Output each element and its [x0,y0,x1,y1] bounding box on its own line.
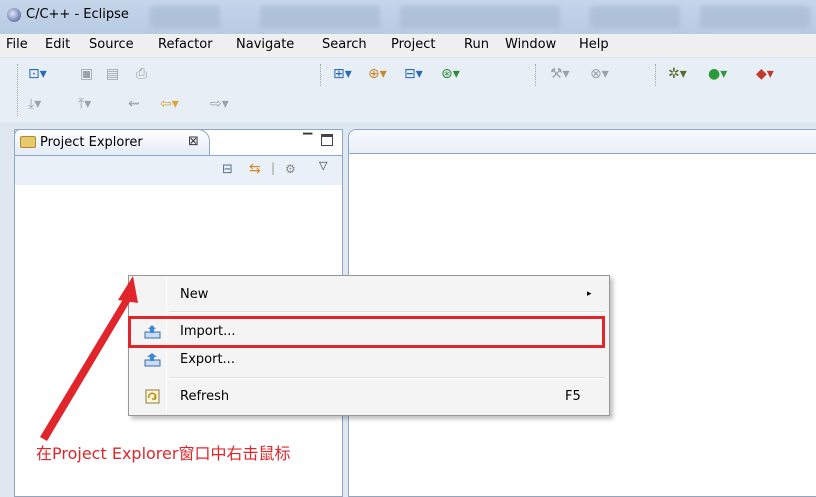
annotation-text: 在Project Explorer窗口中右击鼠标 [36,444,291,463]
annotation-arrow [40,276,138,441]
